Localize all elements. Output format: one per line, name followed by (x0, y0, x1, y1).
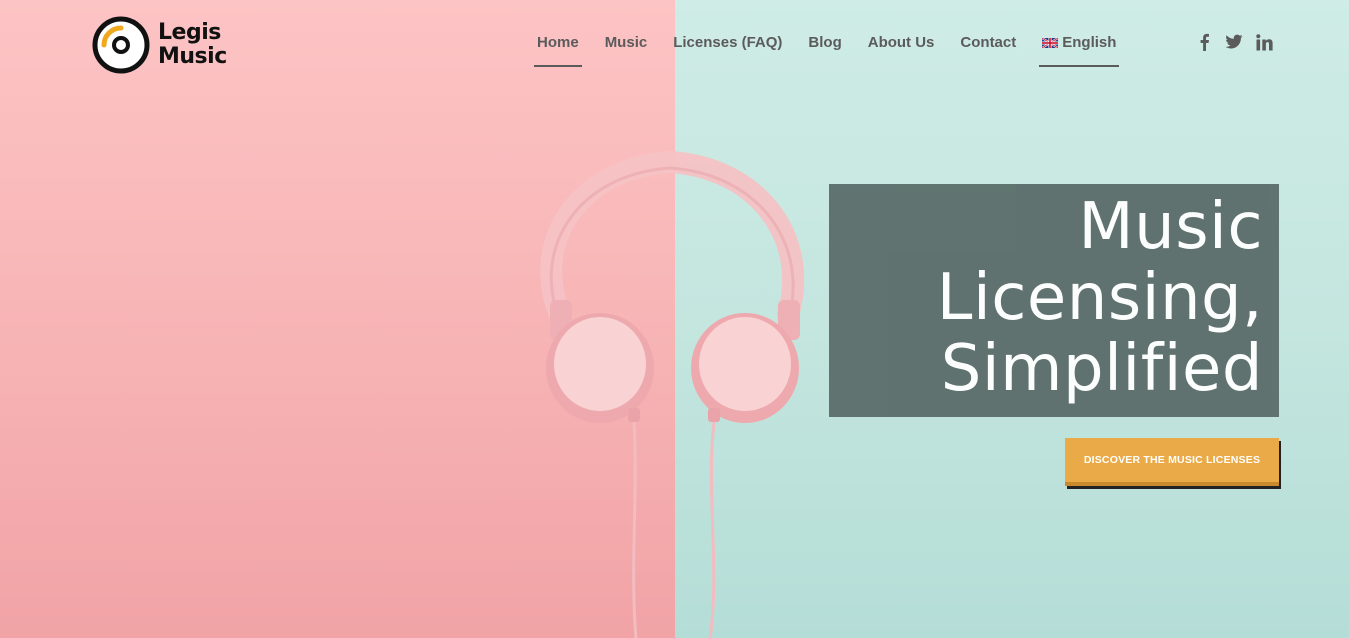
nav-item-home[interactable]: Home (534, 28, 582, 67)
language-switcher[interactable]: English (1039, 28, 1120, 67)
nav-item-licenses-faq[interactable]: Licenses (FAQ) (670, 28, 785, 67)
language-label: English (1062, 34, 1117, 51)
logo-line-1: Legis (158, 20, 221, 45)
site-logo[interactable]: Legis Music (92, 16, 227, 74)
facebook-link[interactable] (1194, 32, 1214, 52)
twitter-link[interactable] (1224, 32, 1244, 52)
hero-headline: Music Licensing, Simplified (829, 192, 1263, 405)
linkedin-link[interactable] (1254, 32, 1274, 52)
headline-line-1: Music (1078, 190, 1263, 264)
social-links (1194, 32, 1284, 52)
headline-line-2: Licensing, (936, 261, 1263, 335)
headphones-image (540, 150, 805, 638)
nav-item-music[interactable]: Music (602, 28, 651, 67)
nav-item-contact[interactable]: Contact (957, 28, 1019, 67)
linkedin-icon (1255, 33, 1273, 50)
nav-item-about-us[interactable]: About Us (865, 28, 938, 67)
logo-line-2: Music (158, 44, 227, 69)
twitter-icon (1225, 34, 1243, 49)
nav-item-blog[interactable]: Blog (805, 28, 844, 67)
uk-flag-icon (1042, 37, 1059, 48)
hero-headline-box: Music Licensing, Simplified (829, 184, 1279, 417)
facebook-icon (1200, 33, 1209, 51)
discover-licenses-button[interactable]: DISCOVER THE MUSIC LICENSES (1065, 438, 1279, 486)
main-navigation: Home Music Licenses (FAQ) Blog About Us … (534, 28, 1120, 67)
headline-line-3: Simplified (940, 332, 1263, 406)
vinyl-logo-icon (92, 16, 150, 74)
logo-wordmark: Legis Music (158, 21, 227, 69)
